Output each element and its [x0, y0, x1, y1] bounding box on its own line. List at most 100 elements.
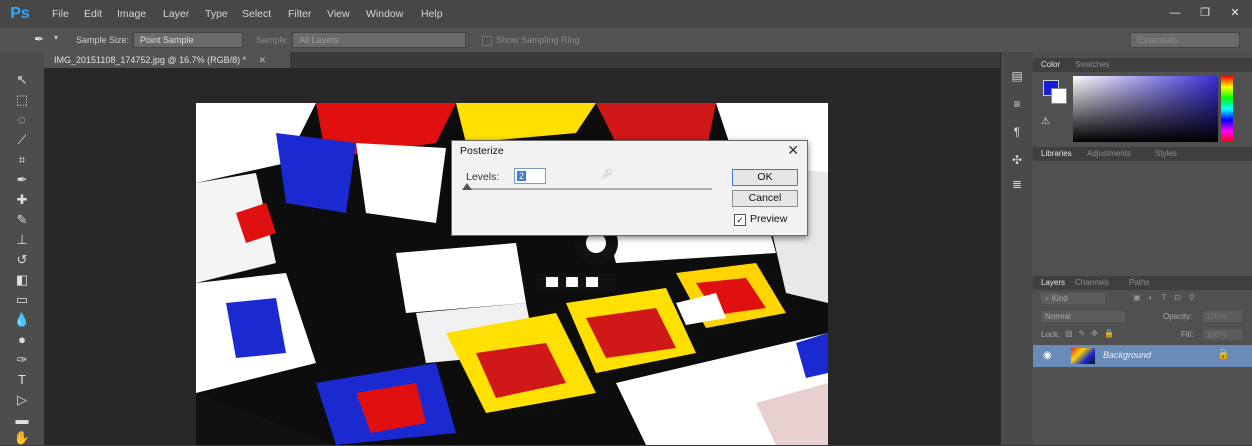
eyedropper-icon[interactable]: ✒ — [34, 32, 44, 46]
toolbar: ↖ ⬚ ◌ ⟋ ⌗ ✒ ✚ ✎ ⊥ ↺ ◧ ▭ 💧 ● ✑ T ▷ ▬ ✋ — [0, 52, 45, 445]
menu-file[interactable]: File — [52, 0, 69, 28]
libraries-panel-tabs: Libraries Adjustments Styles — [1033, 147, 1252, 161]
menu-window[interactable]: Window — [366, 0, 403, 28]
layer-filter-select[interactable]: ⌕ Kind — [1041, 293, 1105, 304]
layer-filter-label: Kind — [1051, 294, 1068, 303]
minimize-icon[interactable]: — — [1160, 4, 1190, 22]
workspace-value: Essentials — [1137, 35, 1179, 45]
layer-row-background[interactable]: ◉ Background 🔒 — [1033, 345, 1252, 367]
mouse-cursor-icon: ➚ — [600, 166, 614, 183]
layer-thumbnail — [1071, 348, 1095, 364]
sample-layers-value: All Layers — [299, 35, 339, 45]
blend-mode-value: Normal — [1045, 312, 1071, 321]
quick-select-tool-icon[interactable]: ⟋ — [10, 132, 34, 148]
document-tab-bar: IMG_20151108_174752.jpg @ 16.7% (RGB/8) … — [44, 52, 1000, 68]
visibility-eye-icon[interactable]: ◉ — [1043, 350, 1052, 361]
canvas-area[interactable] — [44, 68, 1000, 445]
menu-type[interactable]: Type — [205, 0, 228, 28]
menu-select[interactable]: Select — [242, 0, 271, 28]
rectangle-tool-icon[interactable]: ▬ — [10, 412, 34, 428]
opacity-label: Opacity: — [1163, 312, 1193, 321]
fill-input[interactable]: 100% — [1203, 329, 1242, 340]
cancel-button[interactable]: Cancel — [732, 190, 798, 207]
lock-fill-row: Lock: ▨✎✥🔒 Fill: 100% — [1033, 326, 1252, 344]
dodge-tool-icon[interactable]: ● — [10, 332, 34, 348]
layer-filter-row: ⌕ Kind ▣◐T⊡⚲ — [1033, 290, 1252, 308]
crop-tool-icon[interactable]: ⌗ — [10, 152, 34, 168]
properties-panel-icon[interactable]: ≡ — [1007, 96, 1027, 112]
actions-panel-icon[interactable]: ✣ — [1007, 152, 1027, 168]
background-color-swatch[interactable] — [1051, 88, 1067, 104]
path-select-tool-icon[interactable]: ▷ — [10, 392, 34, 408]
tab-libraries[interactable]: Libraries — [1041, 147, 1072, 161]
layer-filter-icons[interactable]: ▣◐T⊡⚲ — [1133, 293, 1203, 302]
tab-channels[interactable]: Channels — [1075, 276, 1109, 290]
tab-paths[interactable]: Paths — [1129, 276, 1149, 290]
fill-label: Fill: — [1181, 330, 1194, 339]
healing-tool-icon[interactable]: ✚ — [10, 192, 34, 208]
lasso-tool-icon[interactable]: ◌ — [10, 112, 34, 128]
blend-mode-select[interactable]: Normal — [1041, 311, 1125, 322]
panel-icon-column: ▤ ≡ ¶ ✣ ≣ — [1000, 52, 1034, 445]
blur-tool-icon[interactable]: 💧 — [10, 312, 34, 328]
opacity-value: 100% — [1206, 312, 1227, 321]
eyedropper-tool-icon[interactable]: ✒ — [10, 172, 34, 188]
menu-image[interactable]: Image — [117, 0, 146, 28]
tab-color[interactable]: Color — [1041, 58, 1060, 72]
tool-preset-chevron-icon[interactable]: ▾ — [54, 33, 58, 42]
sample-layers-select[interactable]: All Layers — [292, 32, 466, 48]
brush-panel-icon[interactable]: ≣ — [1007, 176, 1027, 192]
show-ring-checkbox[interactable] — [482, 36, 492, 46]
close-window-icon[interactable]: ✕ — [1220, 4, 1250, 22]
levels-slider-track[interactable] — [464, 188, 712, 190]
eraser-tool-icon[interactable]: ◧ — [10, 272, 34, 288]
posterize-dialog: Posterize ✕ Levels: 2 OK Cancel ✓ Previe… — [451, 140, 808, 236]
document-tab[interactable]: IMG_20151108_174752.jpg @ 16.7% (RGB/8) … — [44, 52, 290, 68]
hue-slider[interactable] — [1221, 76, 1233, 142]
ok-button[interactable]: OK — [732, 169, 798, 186]
marquee-tool-icon[interactable]: ⬚ — [10, 92, 34, 108]
lock-icons[interactable]: ▨✎✥🔒 — [1065, 329, 1120, 338]
levels-input[interactable]: 2 — [514, 168, 546, 184]
layer-lock-icon: 🔒 — [1217, 349, 1230, 360]
tab-styles[interactable]: Styles — [1155, 147, 1177, 161]
history-panel-icon[interactable]: ▤ — [1007, 68, 1027, 84]
dialog-close-icon[interactable]: ✕ — [787, 142, 799, 159]
brush-tool-icon[interactable]: ✎ — [10, 212, 34, 228]
tab-swatches[interactable]: Swatches — [1075, 58, 1110, 72]
menu-filter[interactable]: Filter — [288, 0, 311, 28]
hand-tool-icon[interactable]: ✋ — [10, 430, 34, 446]
color-panel-tabs: Color Swatches — [1033, 58, 1252, 72]
tab-layers[interactable]: Layers — [1041, 276, 1065, 290]
history-brush-tool-icon[interactable]: ↺ — [10, 252, 34, 268]
restore-icon[interactable]: ❐ — [1190, 4, 1220, 22]
levels-label: Levels: — [466, 171, 500, 183]
workspace-select[interactable]: Essentials — [1130, 32, 1240, 48]
menu-edit[interactable]: Edit — [84, 0, 102, 28]
move-tool-icon[interactable]: ↖ — [10, 72, 34, 88]
sample-label: Sample: — [256, 35, 290, 45]
photoshop-logo: Ps — [10, 5, 30, 22]
type-tool-icon[interactable]: T — [10, 372, 34, 388]
menu-bar: Ps File Edit Image Layer Type Select Fil… — [0, 0, 1252, 28]
show-ring-label: Show Sampling Ring — [496, 35, 580, 45]
menu-view[interactable]: View — [327, 0, 350, 28]
sample-size-value: Point Sample — [140, 35, 194, 45]
clone-stamp-tool-icon[interactable]: ⊥ — [10, 232, 34, 248]
levels-slider-handle[interactable] — [462, 183, 472, 190]
blend-opacity-row: Normal Opacity: 100% — [1033, 308, 1252, 326]
sample-size-label: Sample Size: — [76, 35, 130, 45]
menu-help[interactable]: Help — [421, 0, 443, 28]
document-tab-title: IMG_20151108_174752.jpg @ 16.7% (RGB/8) … — [54, 55, 247, 65]
tab-adjustments[interactable]: Adjustments — [1087, 147, 1131, 161]
menu-layer[interactable]: Layer — [163, 0, 189, 28]
preview-checkbox[interactable]: ✓ — [734, 214, 746, 226]
color-picker-field[interactable] — [1073, 76, 1218, 142]
sample-size-select[interactable]: Point Sample — [133, 32, 243, 48]
character-panel-icon[interactable]: ¶ — [1007, 124, 1027, 140]
gradient-tool-icon[interactable]: ▭ — [10, 292, 34, 308]
close-tab-icon[interactable]: ✕ — [259, 55, 267, 65]
opacity-input[interactable]: 100% — [1203, 311, 1242, 322]
layer-name[interactable]: Background — [1103, 350, 1151, 360]
pen-tool-icon[interactable]: ✑ — [10, 352, 34, 368]
